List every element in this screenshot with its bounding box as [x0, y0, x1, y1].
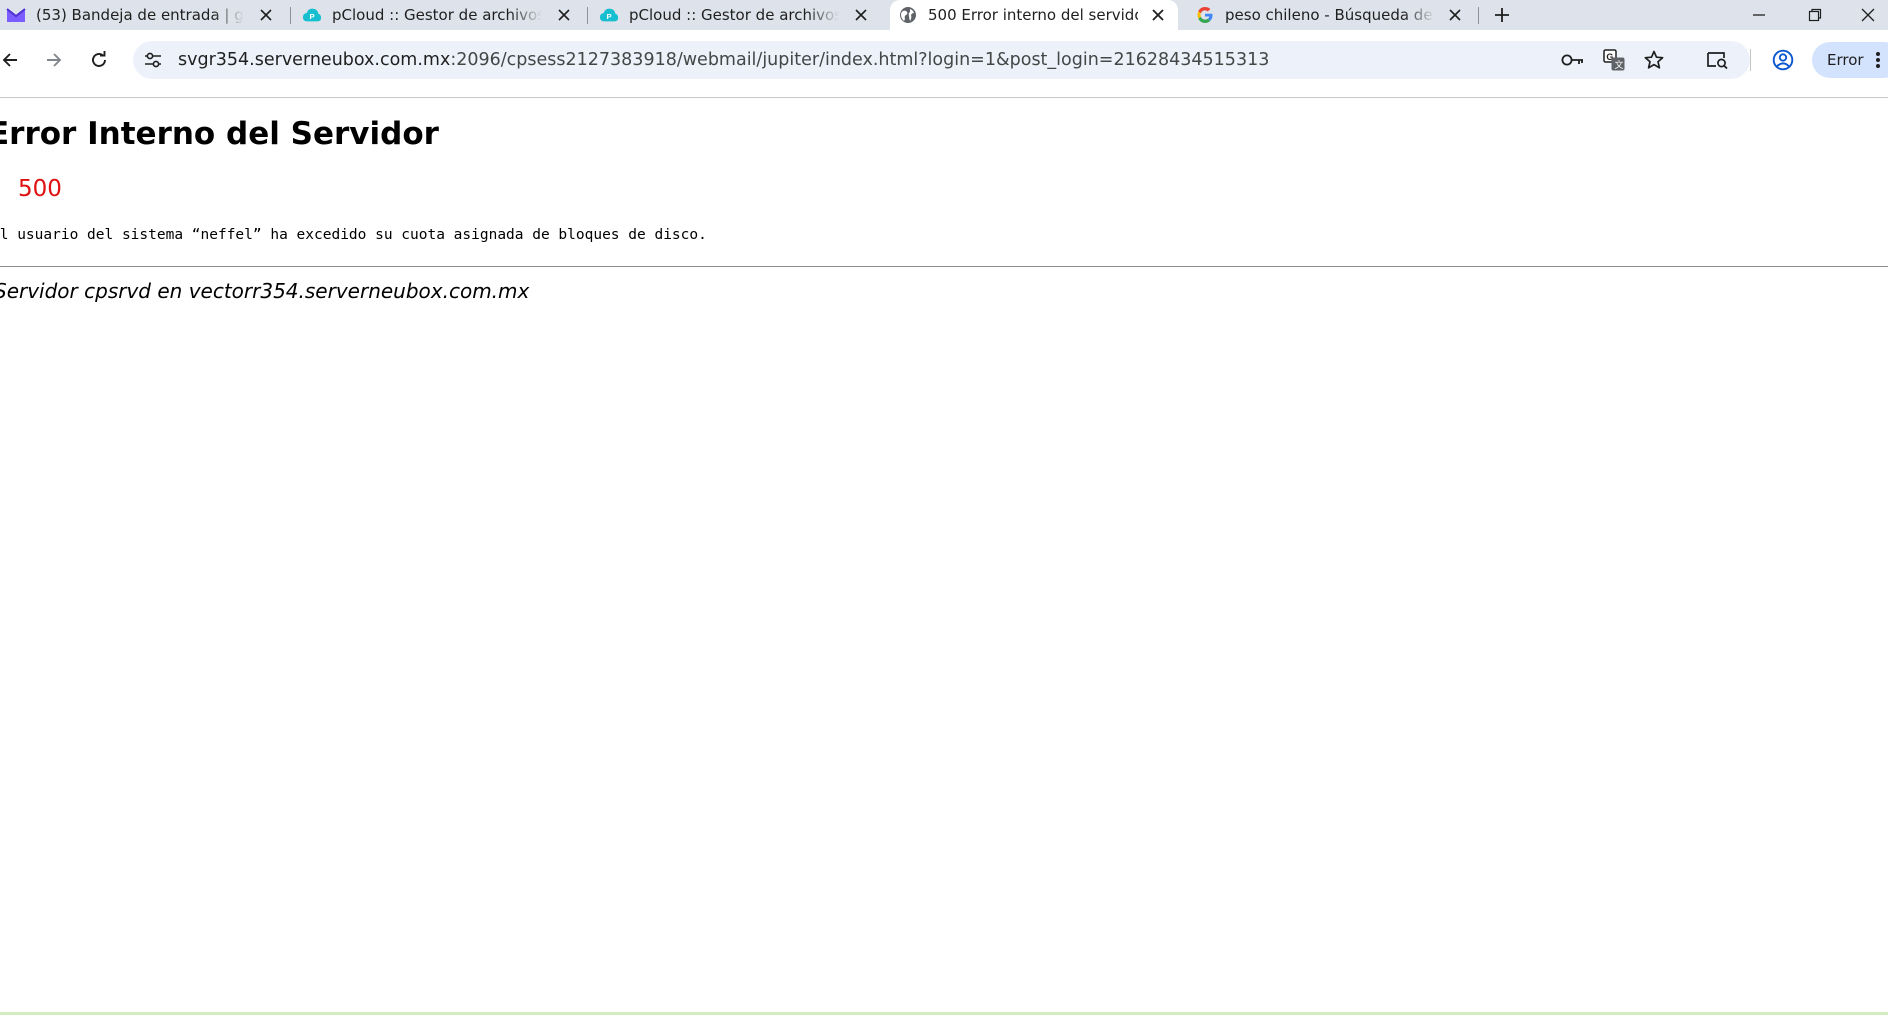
server-signature: Servidor cpsrvd en vectorr354.serverneub… — [0, 279, 530, 303]
tab-title: 500 Error interno del servidor — [928, 6, 1138, 24]
tab-search-icon — [1707, 52, 1728, 70]
mail-icon — [6, 5, 26, 25]
tab-error-500[interactable]: 500 Error interno del servidor — [890, 0, 1178, 30]
tab-separator — [1478, 7, 1479, 24]
google-icon — [1195, 5, 1215, 25]
svg-text:P: P — [309, 12, 314, 21]
new-tab-button[interactable] — [1490, 3, 1514, 27]
forward-button[interactable] — [38, 44, 70, 76]
profile-error-chip[interactable]: Error — [1812, 42, 1888, 78]
minimize-button[interactable] — [1736, 0, 1782, 30]
password-key-icon[interactable] — [1561, 48, 1585, 72]
url-host: svgr354.serverneubox.com.mx — [178, 50, 451, 70]
tab-inbox[interactable]: (53) Bandeja de entrada | gerencia — [6, 0, 286, 30]
tab-separator — [587, 7, 588, 24]
minimize-icon — [1753, 14, 1765, 16]
site-settings-icon[interactable] — [141, 48, 165, 72]
tab-pcloud-2[interactable]: P pCloud :: Gestor de archivos — [599, 0, 881, 30]
reload-icon — [92, 51, 106, 67]
bookmark-star-icon[interactable] — [1642, 48, 1666, 72]
profile-button[interactable] — [1768, 45, 1798, 75]
close-icon[interactable] — [256, 5, 276, 25]
address-bar[interactable]: svgr354.serverneubox.com.mx:2096/cpsess2… — [133, 41, 1750, 79]
restore-button[interactable] — [1792, 0, 1838, 30]
close-icon[interactable] — [851, 5, 871, 25]
close-icon — [1861, 8, 1875, 22]
globe-icon — [898, 5, 918, 25]
tab-title: peso chileno - Búsqueda de Google — [1225, 6, 1435, 24]
pcloud-icon: P — [302, 5, 322, 25]
close-icon[interactable] — [1445, 5, 1465, 25]
plus-icon — [1495, 8, 1509, 22]
close-window-button[interactable] — [1848, 0, 1888, 30]
tab-title: pCloud :: Gestor de archivos — [332, 6, 542, 24]
page-title: Error Interno del Servidor — [0, 116, 439, 152]
back-button[interactable] — [0, 44, 26, 76]
more-vert-icon[interactable] — [1866, 48, 1888, 72]
tab-title: (53) Bandeja de entrada | gerencia — [36, 6, 244, 24]
browser-toolbar: svgr354.serverneubox.com.mx:2096/cpsess2… — [0, 30, 1888, 98]
page-content: Error Interno del Servidor 500 El usuari… — [0, 98, 1888, 1015]
url-text: svgr354.serverneubox.com.mx:2096/cpsess2… — [178, 41, 1269, 79]
account-circle-icon — [1772, 49, 1794, 71]
tab-strip: (53) Bandeja de entrada | gerencia P pCl… — [0, 0, 1888, 30]
error-message: El usuario del sistema “neffel” ha exced… — [0, 227, 707, 243]
horizontal-rule — [0, 266, 1888, 267]
tab-google-search[interactable]: peso chileno - Búsqueda de Google — [1195, 0, 1475, 30]
toolbar-divider — [1750, 49, 1751, 71]
svg-text:文: 文 — [1615, 59, 1624, 70]
translate-icon[interactable]: G文 — [1602, 48, 1626, 72]
arrow-right-icon — [47, 53, 62, 67]
profile-error-label: Error — [1827, 51, 1864, 69]
tab-search-button[interactable] — [1702, 45, 1732, 75]
error-code: 500 — [18, 176, 62, 202]
tab-pcloud-1[interactable]: P pCloud :: Gestor de archivos — [302, 0, 584, 30]
close-icon[interactable] — [554, 5, 574, 25]
url-path: :2096/cpsess2127383918/webmail/jupiter/i… — [450, 50, 1270, 70]
tab-separator — [290, 7, 291, 24]
arrow-left-icon — [2, 53, 17, 67]
restore-icon — [1808, 8, 1822, 22]
pcloud-icon: P — [599, 5, 619, 25]
tab-title: pCloud :: Gestor de archivos — [629, 6, 839, 24]
reload-button[interactable] — [83, 44, 115, 76]
svg-text:P: P — [606, 12, 611, 21]
close-icon[interactable] — [1148, 5, 1168, 25]
